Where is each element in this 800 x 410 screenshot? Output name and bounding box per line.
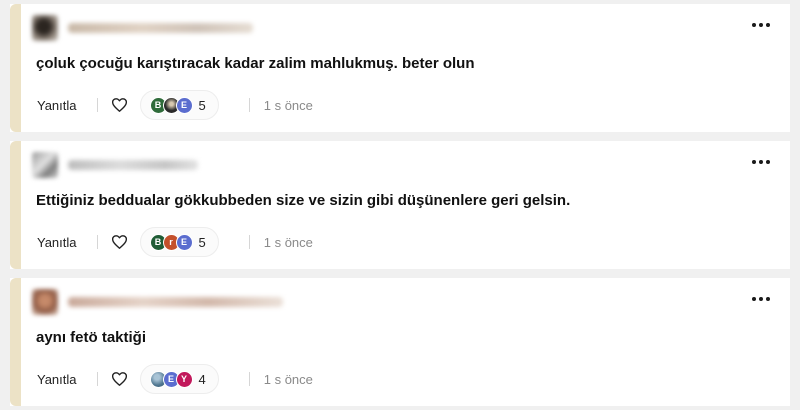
comment-accent-bar [10,4,21,132]
avatar[interactable] [32,289,58,315]
more-horizontal-icon[interactable] [752,157,770,167]
comment-card: aynı fetö taktiği Yanıtla E Y 4 1 s önce [10,278,790,406]
reaction-count: 5 [198,97,206,113]
comment-card: Ettiğiniz beddualar gökkubbeden size ve … [10,141,790,269]
username-blurred[interactable] [68,297,283,307]
comment-header [32,289,283,315]
reaction-avatar: Y [175,370,193,388]
comment-text: aynı fetö taktiği [36,329,147,346]
divider [248,372,250,386]
avatar[interactable] [32,152,58,178]
comment-accent-bar [10,141,21,269]
comment-text: Ettiğiniz beddualar gökkubbeden size ve … [36,192,571,209]
divider [96,372,98,386]
heart-icon[interactable] [112,234,128,250]
reply-button[interactable]: Yanıtla [37,98,77,113]
reactions-summary[interactable]: B r E 5 [139,227,219,257]
reactions-summary[interactable]: B E 5 [139,90,219,120]
reply-button[interactable]: Yanıtla [37,372,77,387]
reaction-avatar: E [175,233,193,251]
comment-text: çoluk çocuğu karıştıracak kadar zalim ma… [36,55,475,72]
timestamp: 1 s önce [263,234,313,250]
username-blurred[interactable] [68,160,198,170]
comment-actions: Yanıtla B E 5 1 s önce [37,90,313,120]
comment-actions: Yanıtla B r E 5 1 s önce [37,227,313,257]
username-blurred[interactable] [68,23,253,33]
comment-header [32,152,198,178]
divider [96,98,98,112]
divider [96,235,98,249]
comment-header [32,15,253,41]
heart-icon[interactable] [112,371,128,387]
divider [248,235,250,249]
reply-button[interactable]: Yanıtla [37,235,77,250]
reaction-count: 4 [198,371,206,387]
divider [248,98,250,112]
comment-list: çoluk çocuğu karıştıracak kadar zalim ma… [0,0,800,410]
reactions-summary[interactable]: E Y 4 [139,364,219,394]
avatar[interactable] [32,15,58,41]
timestamp: 1 s önce [263,97,313,113]
reaction-avatar: E [175,96,193,114]
reaction-count: 5 [198,234,206,250]
more-horizontal-icon[interactable] [752,294,770,304]
comment-card: çoluk çocuğu karıştıracak kadar zalim ma… [10,4,790,132]
heart-icon[interactable] [112,97,128,113]
comment-actions: Yanıtla E Y 4 1 s önce [37,364,313,394]
comment-accent-bar [10,278,21,406]
more-horizontal-icon[interactable] [752,20,770,30]
timestamp: 1 s önce [263,371,313,387]
